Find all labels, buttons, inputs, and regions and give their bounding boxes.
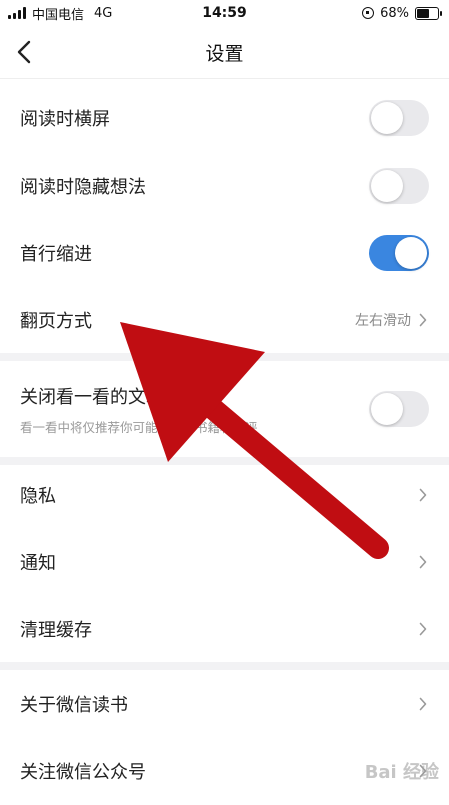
carrier: 中国电信 [32,7,85,23]
section-divider [0,353,449,361]
chevron-right-icon [419,622,429,636]
setting-landscape-reading[interactable]: 阅读时横屏 [0,84,449,152]
battery-percent: 68% [380,5,409,21]
setting-label: 首行缩进 [20,244,92,265]
page-title: 设置 [205,42,244,65]
setting-page-turn[interactable]: 翻页方式 左右滑动 [0,286,449,354]
setting-label: 阅读时隐藏想法 [20,177,146,198]
close-look-toggle[interactable] [369,391,429,427]
toggle-knob [371,170,403,202]
chevron-left-icon [17,40,31,64]
setting-label: 关闭看一看的文章推荐 [20,386,200,408]
back-button[interactable] [10,36,38,68]
status-bar: 中国电信 4G 14:59 68% [0,0,449,26]
watermark-text: Bai 经验 [364,762,439,783]
chevron-right-icon [419,488,429,502]
toggle-knob [371,393,403,425]
setting-label: 隐私 [20,486,56,507]
setting-first-line-indent[interactable]: 首行缩进 [0,219,449,287]
signal-icon [8,7,26,19]
landscape-reading-toggle[interactable] [369,100,429,136]
setting-label: 清理缓存 [20,620,92,641]
setting-label: 翻页方式 [20,311,92,332]
setting-about[interactable]: 关于微信读书 [0,670,449,738]
section-divider [0,662,449,670]
hide-thoughts-toggle[interactable] [369,168,429,204]
setting-notifications[interactable]: 通知 [0,528,449,596]
toggle-knob [395,237,427,269]
setting-close-look-recommendation[interactable]: 关闭看一看的文章推荐 看一看中将仅推荐你可能喜欢的书籍和书评 [0,361,449,457]
watermark: Bai 经验 [365,758,439,784]
setting-clear-cache[interactable]: 清理缓存 [0,595,449,663]
chevron-right-icon [419,313,429,327]
nav-bar: 设置 [0,26,449,79]
page-turn-value: 左右滑动 [355,313,411,329]
battery-icon [415,6,442,20]
chevron-right-icon [419,555,429,569]
setting-label: 关于微信读书 [20,695,128,716]
setting-privacy[interactable]: 隐私 [0,461,449,529]
first-line-indent-toggle[interactable] [369,235,429,271]
network-type: 4G [94,5,113,21]
rotation-lock-icon [362,7,375,19]
setting-description: 看一看中将仅推荐你可能喜欢的书籍和书评 [20,419,258,435]
setting-label: 通知 [20,553,56,574]
setting-label: 阅读时横屏 [20,109,110,130]
toggle-knob [371,102,403,134]
setting-label: 关注微信公众号 [20,762,146,783]
chevron-right-icon [419,697,429,711]
setting-hide-thoughts[interactable]: 阅读时隐藏想法 [0,152,449,220]
